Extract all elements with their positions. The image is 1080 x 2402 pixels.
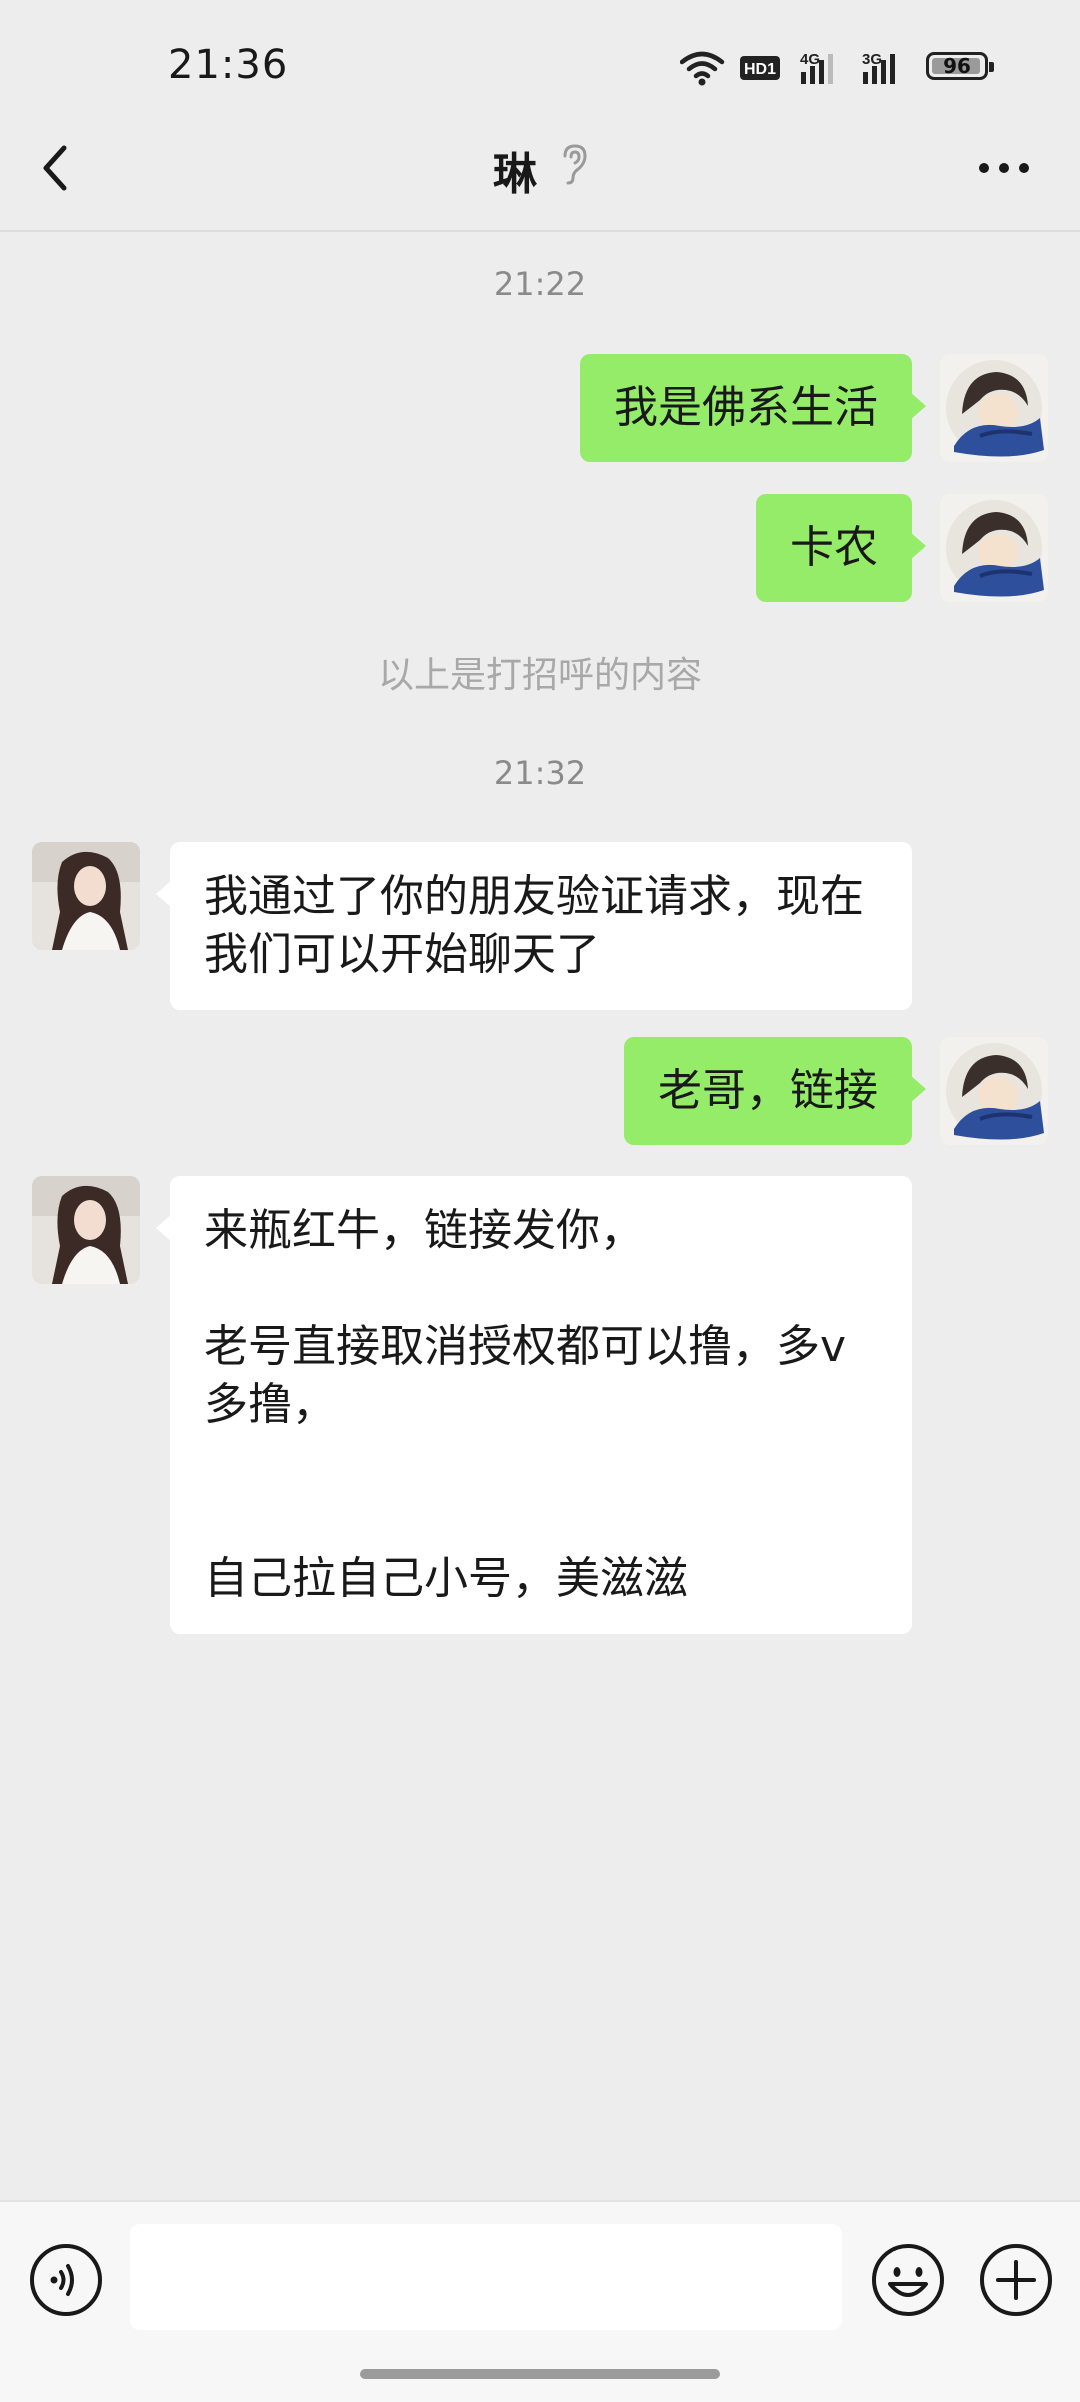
message-bubble-outgoing[interactable]: 我是佛系生活: [580, 354, 926, 462]
emoji-icon[interactable]: [870, 2242, 946, 2318]
earpiece-mode-icon: [563, 144, 587, 185]
svg-text:HD1: HD1: [744, 61, 776, 78]
status-time: 21:36: [168, 42, 289, 88]
avatar[interactable]: [940, 1037, 1048, 1145]
message-bubble-outgoing[interactable]: 卡农: [756, 494, 926, 602]
battery-level: 96: [943, 54, 971, 78]
more-dots-icon[interactable]: [976, 156, 1032, 180]
message-bubble-incoming[interactable]: 来瓶红牛，链接发你， 老号直接取消授权都可以撸，多v多撸， 自己拉自己小号，美滋…: [156, 1176, 912, 1634]
home-indicator[interactable]: [360, 2369, 720, 2379]
signal-4g-icon: 4G: [800, 51, 833, 84]
voice-icon[interactable]: [28, 2242, 104, 2318]
contact-avatar-image: [32, 1176, 140, 1284]
timestamp: 21:22: [493, 265, 587, 303]
my-avatar-image: [940, 494, 1048, 602]
message-bubble-incoming[interactable]: 我通过了你的朋友验证请求，现在我们可以开始聊天了: [156, 842, 912, 1010]
battery-icon: 96: [926, 52, 994, 80]
hd-icon: HD1: [740, 56, 780, 80]
message-input[interactable]: [130, 2224, 842, 2330]
avatar[interactable]: [940, 494, 1048, 602]
contact-avatar[interactable]: [32, 842, 140, 950]
my-avatar-image: [940, 354, 1048, 462]
plus-icon[interactable]: [978, 2242, 1054, 2318]
system-note: 以上是打招呼的内容: [377, 655, 702, 696]
avatar[interactable]: [940, 354, 1048, 462]
wifi-icon: [680, 51, 725, 86]
contact-avatar-image: [32, 842, 140, 950]
timestamp: 21:32: [493, 754, 587, 792]
svg-text:3G: 3G: [862, 51, 882, 68]
signal-3g-icon: 3G: [862, 51, 895, 84]
status-icons: HD1 4G 3G: [680, 51, 895, 86]
my-avatar-image: [940, 1037, 1048, 1145]
message-bubble-outgoing[interactable]: 老哥，链接: [624, 1037, 926, 1145]
chat-title: 琳: [493, 149, 537, 200]
svg-text:4G: 4G: [800, 51, 820, 68]
chat-header: 琳: [0, 100, 1080, 232]
contact-avatar[interactable]: [32, 1176, 140, 1284]
